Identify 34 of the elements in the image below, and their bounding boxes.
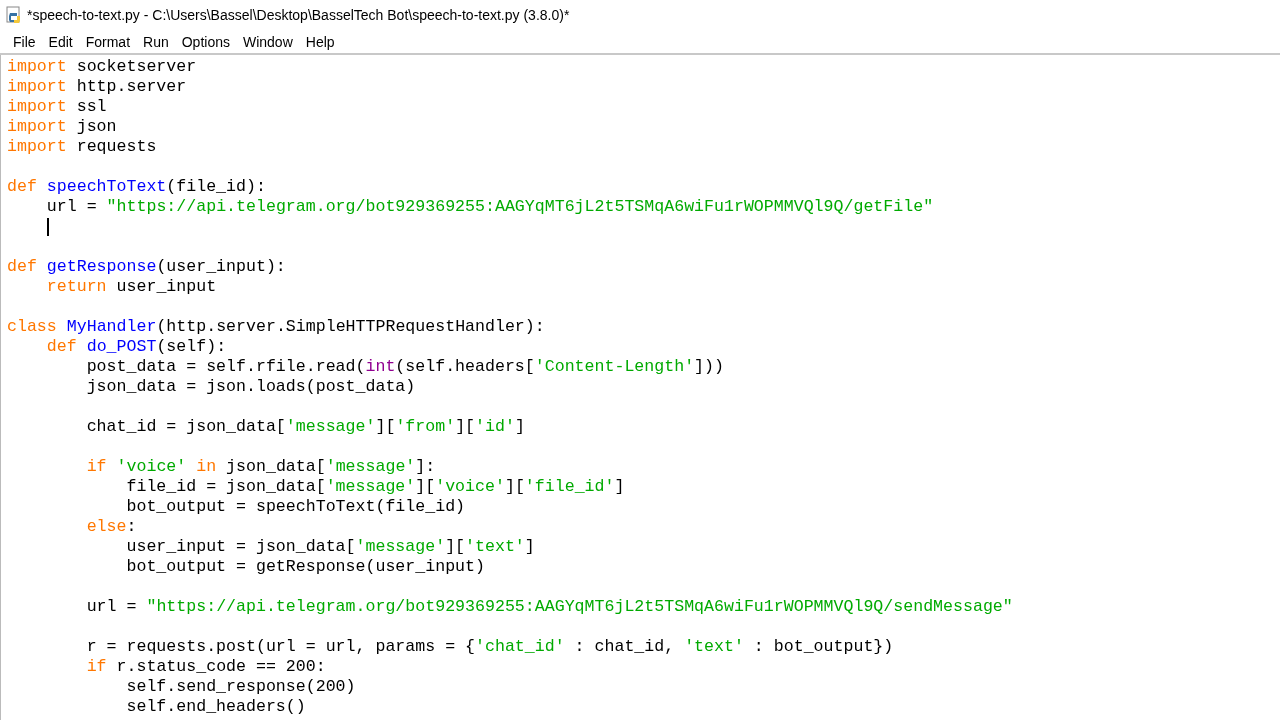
code-line: file_id = json_data['message']['voice']['file_id'] — [125, 477, 625, 497]
code-line: class MyHandler(http.server.SimpleHTTPRequestHandler): — [7, 317, 545, 337]
menu-item[interactable]: Options — [176, 33, 235, 50]
code-line: import json — [7, 117, 117, 137]
menu-item[interactable]: Window — [237, 33, 298, 50]
code-line: def getResponse(user_input): — [7, 257, 286, 277]
code-line: if r.status_code == 200: — [85, 657, 326, 677]
code-line: if 'voice' in json_data['message']: — [85, 457, 436, 477]
code-line: import ssl — [7, 97, 107, 117]
code-line: json_data = json.loads(post_data) — [85, 377, 416, 397]
code-line: self.send_response(200) — [125, 677, 356, 697]
python-file-icon — [6, 6, 22, 24]
code-line: r = requests.post(url = url, params = {'chat_id' : chat_id, 'text' : bot_output}) — [85, 637, 894, 657]
code-line: else: — [85, 517, 137, 537]
code-line: import http.server — [7, 77, 187, 97]
code-line: user_input = json_data['message']['text'] — [125, 537, 535, 557]
code-line: bot_output = getResponse(user_input) — [125, 557, 485, 577]
menu-item[interactable]: File — [8, 33, 41, 50]
menu-item[interactable]: Help — [300, 33, 340, 50]
code-line: def do_POST(self): — [45, 337, 227, 357]
code-line: post_data = self.rfile.read(int(self.headers['Content-Length'])) — [85, 357, 724, 377]
code-line: def speechToText(file_id): — [7, 177, 266, 197]
code-line: return user_input — [45, 277, 217, 297]
code-line: import socketserver — [7, 57, 197, 77]
code-line: chat_id = json_data['message']['from']['id'] — [85, 417, 525, 437]
menu-item[interactable]: Format — [80, 33, 136, 50]
code-line: url = "https://api.telegram.org/bot929369255:AAGYqMT6jL2t5TSMqA6wiFu1rWOPMMVQl9Q/sendMessage" — [85, 597, 1013, 617]
code-line: import requests — [7, 137, 157, 157]
menu-item[interactable]: Edit — [43, 33, 78, 50]
code-line: url = "https://api.telegram.org/bot929369255:AAGYqMT6jL2t5TSMqA6wiFu1rWOPMMVQl9Q/getFile" — [45, 197, 934, 217]
code-line: self.end_headers() — [125, 697, 306, 717]
menu-item[interactable]: Run — [138, 33, 174, 50]
code-line: bot_output = speechToText(file_id) — [125, 497, 466, 517]
window-title: *speech-to-text.py - C:\Users\Bassel\Desktop\BasselTech Bot\speech-to-text.py (3.8.0)* — [27, 7, 570, 23]
